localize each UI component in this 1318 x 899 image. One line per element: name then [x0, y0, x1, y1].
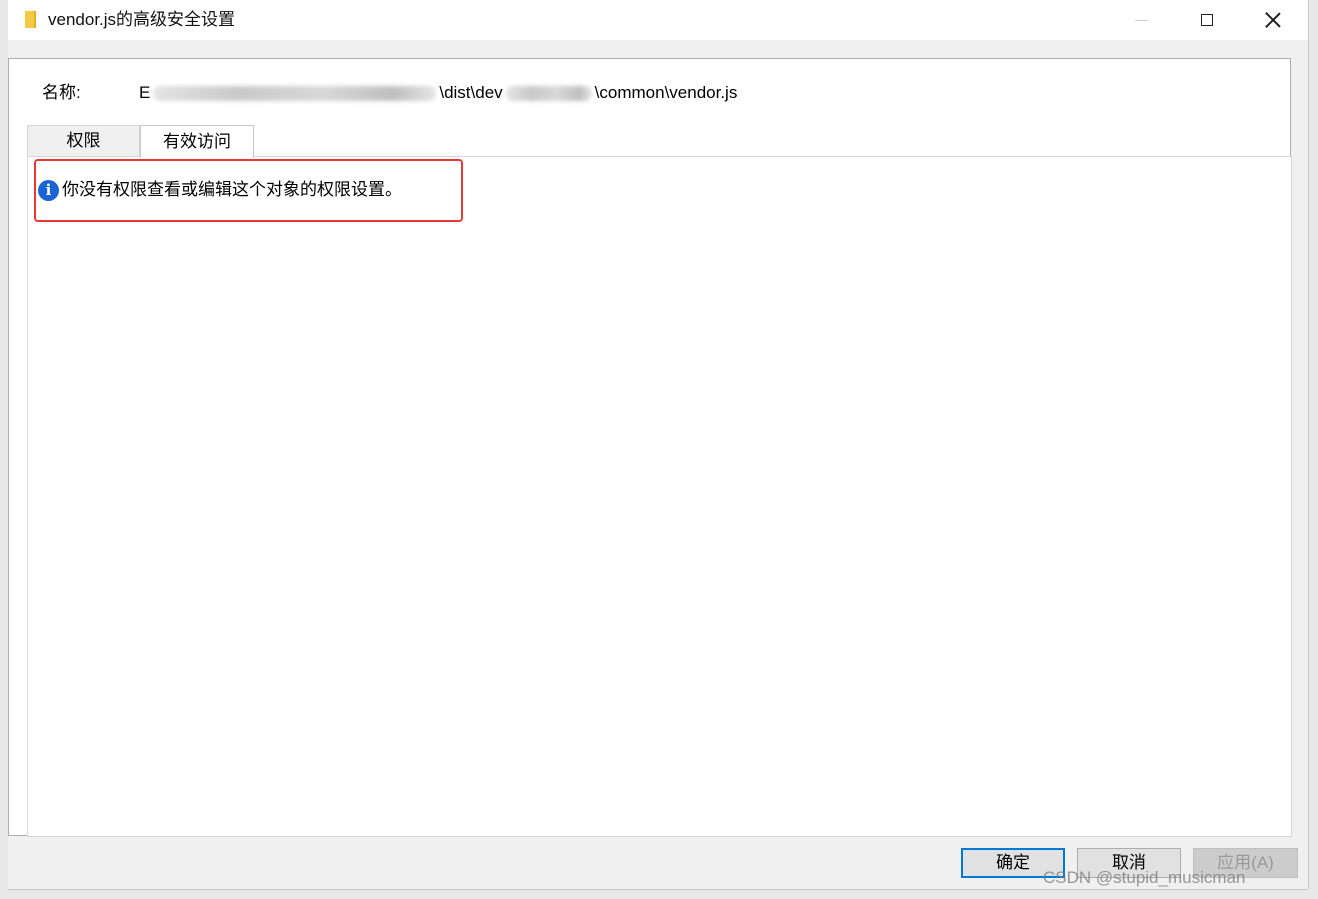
minimize-button[interactable] [1108, 0, 1174, 40]
window-title: vendor.js的高级安全设置 [48, 10, 236, 29]
tab-label: 权限 [66, 131, 101, 150]
object-path: E \dist\dev \common\vendor.js [139, 82, 737, 104]
tab-content [27, 156, 1292, 837]
highlight-box [34, 159, 463, 222]
title-bar: vendor.js的高级安全设置 [8, 0, 1308, 40]
close-icon [1265, 12, 1281, 28]
minimize-icon [1134, 19, 1148, 21]
watermark: CSDN @stupid_musicman [1043, 868, 1246, 887]
tab-effective-access[interactable]: 有效访问 [140, 125, 254, 158]
tab-label: 有效访问 [163, 132, 231, 151]
redacted-path-segment [153, 85, 437, 101]
folder-icon [25, 11, 36, 28]
name-label: 名称: [42, 83, 81, 102]
tab-permissions[interactable]: 权限 [27, 125, 140, 156]
path-prefix: E [139, 83, 151, 102]
path-suffix: \common\vendor.js [594, 83, 738, 102]
redacted-path-segment [505, 85, 592, 101]
ok-button-label: 确定 [996, 853, 1030, 872]
maximize-button[interactable] [1174, 0, 1240, 40]
close-button[interactable] [1240, 0, 1306, 40]
advanced-security-dialog: vendor.js的高级安全设置 名称: E \dist\dev \common… [8, 0, 1308, 889]
maximize-icon [1201, 14, 1213, 26]
path-middle: \dist\dev [439, 83, 503, 102]
